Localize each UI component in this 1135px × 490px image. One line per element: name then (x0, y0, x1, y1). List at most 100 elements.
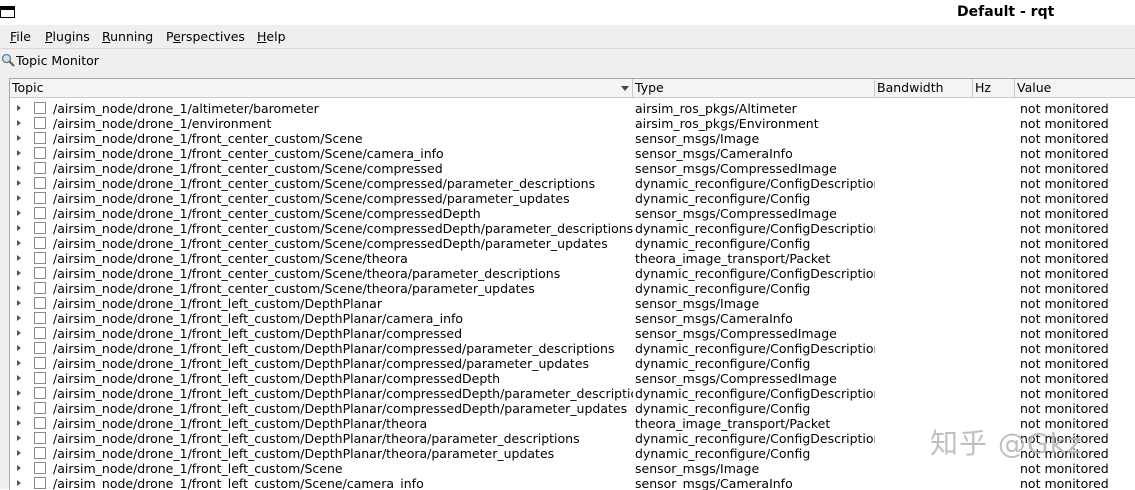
monitor-checkbox[interactable] (34, 147, 46, 159)
monitor-checkbox[interactable] (34, 447, 46, 459)
expand-arrow-icon[interactable] (17, 480, 21, 486)
table-row[interactable]: /airsim_node/drone_1/front_left_custom/D… (10, 401, 1135, 416)
table-row[interactable]: /airsim_node/drone_1/front_center_custom… (10, 236, 1135, 251)
expand-arrow-icon[interactable] (17, 420, 21, 426)
monitor-checkbox[interactable] (34, 237, 46, 249)
monitor-checkbox[interactable] (34, 417, 46, 429)
table-row[interactable]: /airsim_node/drone_1/front_left_custom/D… (10, 341, 1135, 356)
expand-arrow-icon[interactable] (17, 450, 21, 456)
expand-arrow-icon[interactable] (17, 315, 21, 321)
monitor-checkbox[interactable] (34, 117, 46, 129)
table-row[interactable]: /airsim_node/drone_1/front_center_custom… (10, 161, 1135, 176)
monitor-checkbox[interactable] (34, 477, 46, 489)
table-row[interactable]: /airsim_node/drone_1/front_left_custom/D… (10, 356, 1135, 371)
type-cell: dynamic_reconfigure/ConfigDescription (635, 431, 875, 446)
table-row[interactable]: /airsim_node/drone_1/front_left_custom/D… (10, 326, 1135, 341)
expand-arrow-icon[interactable] (17, 330, 21, 336)
type-cell: dynamic_reconfigure/Config (635, 356, 811, 371)
monitor-checkbox[interactable] (34, 432, 46, 444)
table-row[interactable]: /airsim_node/drone_1/front_center_custom… (10, 251, 1135, 266)
table-row[interactable]: /airsim_node/drone_1/altimeter/barometer… (10, 101, 1135, 116)
value-cell: not monitored (1020, 101, 1109, 116)
expand-arrow-icon[interactable] (17, 255, 21, 261)
sort-down-icon (621, 86, 629, 91)
table-row[interactable]: /airsim_node/drone_1/front_center_custom… (10, 176, 1135, 191)
monitor-checkbox[interactable] (34, 357, 46, 369)
column-header-value[interactable]: Value (1015, 79, 1135, 97)
table-row[interactable]: /airsim_node/drone_1/front_center_custom… (10, 131, 1135, 146)
monitor-checkbox[interactable] (34, 252, 46, 264)
monitor-checkbox[interactable] (34, 222, 46, 234)
monitor-checkbox[interactable] (34, 132, 46, 144)
monitor-checkbox[interactable] (34, 207, 46, 219)
table-row[interactable]: /airsim_node/drone_1/front_center_custom… (10, 206, 1135, 221)
expand-arrow-icon[interactable] (17, 435, 21, 441)
monitor-checkbox[interactable] (34, 387, 46, 399)
monitor-checkbox[interactable] (34, 267, 46, 279)
expand-arrow-icon[interactable] (17, 360, 21, 366)
expand-arrow-icon[interactable] (17, 210, 21, 216)
expand-arrow-icon[interactable] (17, 465, 21, 471)
menu-plugins[interactable]: Plugins (45, 29, 90, 44)
table-row[interactable]: /airsim_node/drone_1/front_left_custom/D… (10, 371, 1135, 386)
monitor-checkbox[interactable] (34, 177, 46, 189)
table-row[interactable]: /airsim_node/drone_1/front_center_custom… (10, 191, 1135, 206)
monitor-checkbox[interactable] (34, 282, 46, 294)
menu-running[interactable]: Running (102, 29, 153, 44)
column-header-topic[interactable]: Topic (10, 79, 633, 97)
topic-cell: /airsim_node/drone_1/front_center_custom… (53, 146, 444, 161)
table-row[interactable]: /airsim_node/drone_1/front_left_custom/S… (10, 476, 1135, 490)
monitor-checkbox[interactable] (34, 312, 46, 324)
topic-cell: /airsim_node/drone_1/front_left_custom/D… (53, 416, 428, 431)
type-cell: theora_image_transport/Packet (635, 251, 831, 266)
monitor-checkbox[interactable] (34, 402, 46, 414)
expand-arrow-icon[interactable] (17, 300, 21, 306)
monitor-checkbox[interactable] (34, 102, 46, 114)
expand-arrow-icon[interactable] (17, 135, 21, 141)
table-row[interactable]: /airsim_node/drone_1/front_left_custom/S… (10, 461, 1135, 476)
expand-arrow-icon[interactable] (17, 120, 21, 126)
monitor-checkbox[interactable] (34, 327, 46, 339)
expand-arrow-icon[interactable] (17, 240, 21, 246)
monitor-checkbox[interactable] (34, 192, 46, 204)
monitor-checkbox[interactable] (34, 372, 46, 384)
expand-arrow-icon[interactable] (17, 375, 21, 381)
table-row[interactable]: /airsim_node/drone_1/front_center_custom… (10, 281, 1135, 296)
value-cell: not monitored (1020, 296, 1109, 311)
table-row[interactable]: /airsim_node/drone_1/environment airsim_r… (10, 116, 1135, 131)
table-row[interactable]: /airsim_node/drone_1/front_left_custom/D… (10, 311, 1135, 326)
topic-cell: /airsim_node/drone_1/front_left_custom/S… (53, 476, 424, 490)
expand-arrow-icon[interactable] (17, 180, 21, 186)
column-header-hz[interactable]: Hz (973, 79, 1015, 97)
value-cell: not monitored (1020, 161, 1109, 176)
expand-arrow-icon[interactable] (17, 345, 21, 351)
value-cell: not monitored (1020, 371, 1109, 386)
monitor-checkbox[interactable] (34, 342, 46, 354)
plugin-title: Topic Monitor (16, 53, 99, 68)
expand-arrow-icon[interactable] (17, 150, 21, 156)
monitor-checkbox[interactable] (34, 462, 46, 474)
expand-arrow-icon[interactable] (17, 285, 21, 291)
expand-arrow-icon[interactable] (17, 390, 21, 396)
expand-arrow-icon[interactable] (17, 225, 21, 231)
menu-perspectives[interactable]: Perspectives (166, 29, 245, 44)
menu-file[interactable]: File (10, 29, 31, 44)
value-cell: not monitored (1020, 236, 1109, 251)
expand-arrow-icon[interactable] (17, 195, 21, 201)
monitor-checkbox[interactable] (34, 162, 46, 174)
table-row[interactable]: /airsim_node/drone_1/front_center_custom… (10, 146, 1135, 161)
expand-arrow-icon[interactable] (17, 105, 21, 111)
window-icon[interactable] (0, 6, 15, 18)
column-header-type[interactable]: Type (633, 79, 875, 97)
column-header-bandwidth[interactable]: Bandwidth (875, 79, 973, 97)
menu-help[interactable]: Help (257, 29, 286, 44)
type-cell: dynamic_reconfigure/ConfigDescription (635, 221, 875, 236)
table-row[interactable]: /airsim_node/drone_1/front_left_custom/D… (10, 296, 1135, 311)
expand-arrow-icon[interactable] (17, 270, 21, 276)
expand-arrow-icon[interactable] (17, 405, 21, 411)
monitor-checkbox[interactable] (34, 297, 46, 309)
table-row[interactable]: /airsim_node/drone_1/front_center_custom… (10, 221, 1135, 236)
table-row[interactable]: /airsim_node/drone_1/front_left_custom/D… (10, 386, 1135, 401)
table-row[interactable]: /airsim_node/drone_1/front_center_custom… (10, 266, 1135, 281)
expand-arrow-icon[interactable] (17, 165, 21, 171)
